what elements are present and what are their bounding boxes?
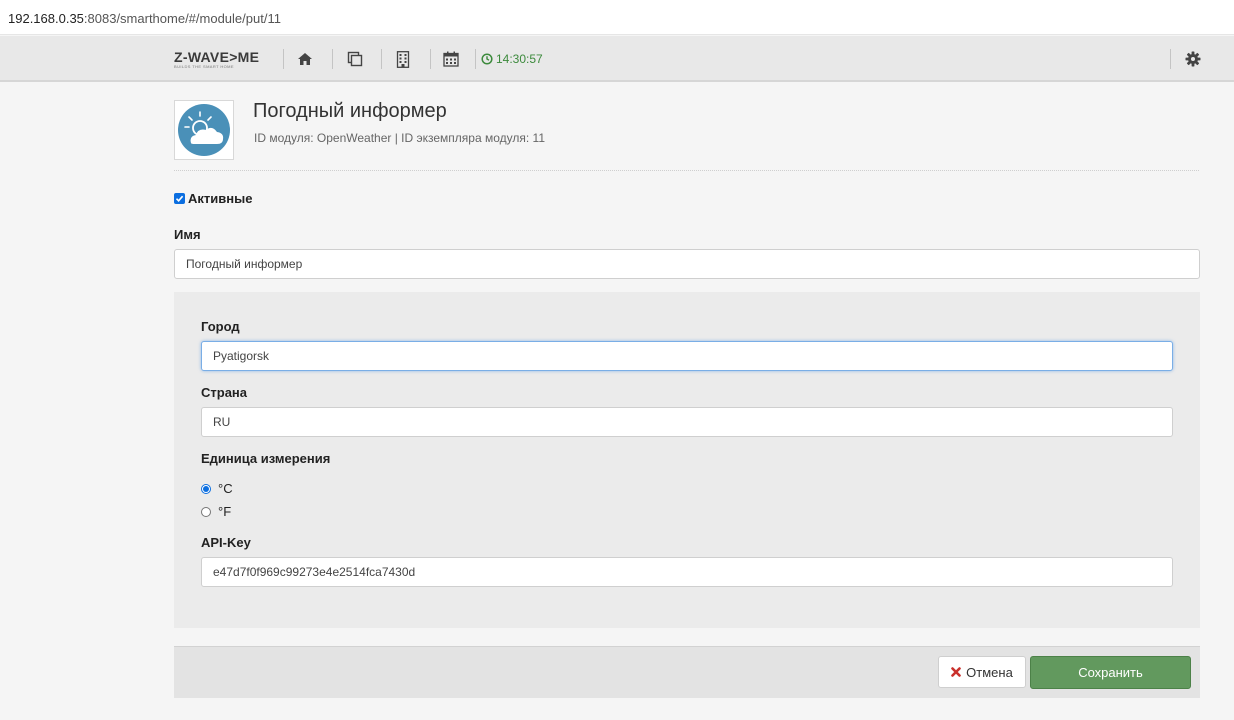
nav-separator	[283, 49, 284, 69]
nav-separator	[1170, 49, 1171, 69]
apikey-label: API-Key	[201, 535, 251, 550]
save-label: Сохранить	[1078, 665, 1143, 680]
close-icon	[951, 667, 961, 677]
building-icon[interactable]	[393, 49, 413, 69]
radio-celsius[interactable]	[201, 483, 211, 494]
cancel-button[interactable]: Отмена	[938, 656, 1026, 688]
clock: 14:30:57	[481, 52, 543, 66]
nav-separator	[332, 49, 333, 69]
city-field[interactable]: Pyatigorsk	[201, 341, 1173, 371]
calendar-icon[interactable]	[441, 49, 461, 69]
weather-cloud-icon	[174, 100, 234, 160]
cancel-label: Отмена	[966, 664, 1013, 680]
unit-option-fahrenheit[interactable]: °F	[201, 504, 231, 519]
unit-label: Единица измерения	[201, 451, 331, 466]
nav-separator	[430, 49, 431, 69]
nav-separator	[475, 49, 476, 69]
logo-text: Z-WAVE>ME	[174, 49, 260, 65]
radio-label: °F	[218, 504, 232, 519]
radio-label: °C	[218, 481, 233, 496]
copy-icon[interactable]	[345, 49, 365, 69]
nav-separator	[381, 49, 382, 69]
url-text[interactable]: 192.168.0.35:8083/smarthome/#/module/put…	[8, 11, 281, 26]
name-field[interactable]: Погодный информер	[174, 249, 1200, 279]
gear-icon[interactable]	[1183, 49, 1203, 69]
home-icon[interactable]	[295, 49, 315, 69]
radio-fahrenheit[interactable]	[201, 506, 211, 517]
country-label: Страна	[201, 385, 248, 400]
zwaveme-logo[interactable]: Z-WAVE>ME BUILDS THE SMART HOME	[174, 50, 266, 70]
active-label: Активные	[188, 191, 253, 206]
save-button[interactable]: Сохранить	[1030, 656, 1191, 689]
top-navbar: Z-WAVE>ME BUILDS THE SMART HOME 14:30:57	[0, 36, 1234, 82]
country-field[interactable]: RU	[201, 407, 1173, 437]
unit-option-celsius[interactable]: °C	[201, 481, 233, 496]
browser-url-bar[interactable]: 192.168.0.35:8083/smarthome/#/module/put…	[0, 0, 1234, 35]
name-label: Имя	[174, 227, 201, 242]
clock-icon	[481, 53, 493, 65]
clock-time: 14:30:57	[496, 52, 543, 66]
module-subtitle: ID модуля: OpenWeather | ID экземпляра м…	[254, 131, 546, 145]
page-title: Погодный информер	[253, 100, 447, 122]
url-host: 192.168.0.35	[8, 11, 84, 26]
divider	[174, 170, 1199, 171]
city-label: Город	[201, 319, 240, 334]
url-path: :8083/smarthome/#/module/put/11	[83, 11, 281, 26]
active-checkbox[interactable]	[174, 193, 185, 204]
apikey-field[interactable]: e47d7f0f969c99273e4e2514fca7430d	[201, 557, 1173, 587]
active-checkbox-row[interactable]: Активные	[174, 191, 252, 206]
